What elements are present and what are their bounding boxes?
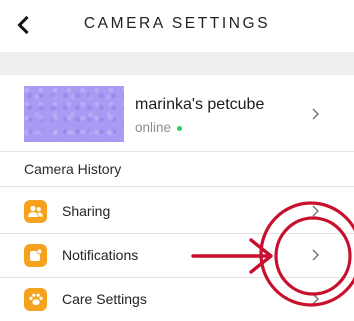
menu-item-notifications[interactable]: Notifications bbox=[0, 234, 354, 277]
header: CAMERA SETTINGS bbox=[0, 0, 354, 52]
camera-history-label: Camera History bbox=[24, 161, 122, 177]
divider bbox=[0, 186, 354, 187]
notification-bell-icon bbox=[24, 244, 47, 267]
camera-status: online bbox=[135, 120, 183, 135]
chevron-right-icon bbox=[312, 205, 320, 217]
paw-icon bbox=[24, 288, 47, 311]
menu-item-label: Sharing bbox=[62, 203, 111, 219]
camera-row[interactable]: marinka's petcube online bbox=[0, 75, 354, 151]
menu-item-label: Notifications bbox=[62, 247, 139, 263]
chevron-right-icon bbox=[312, 108, 320, 120]
chevron-right-icon bbox=[312, 293, 320, 305]
people-icon bbox=[24, 200, 47, 223]
section-separator bbox=[0, 52, 354, 75]
online-indicator bbox=[177, 125, 183, 131]
camera-thumbnail bbox=[24, 86, 124, 142]
camera-name: marinka's petcube bbox=[135, 96, 265, 113]
camera-status-text: online bbox=[135, 120, 172, 135]
menu-item-care-settings[interactable]: Care Settings bbox=[0, 278, 354, 321]
menu-item-sharing[interactable]: Sharing bbox=[0, 190, 354, 233]
menu-item-label: Care Settings bbox=[62, 291, 147, 307]
page-title: CAMERA SETTINGS bbox=[83, 15, 271, 32]
camera-history-row[interactable]: Camera History bbox=[0, 152, 354, 186]
chevron-right-icon bbox=[312, 249, 320, 261]
